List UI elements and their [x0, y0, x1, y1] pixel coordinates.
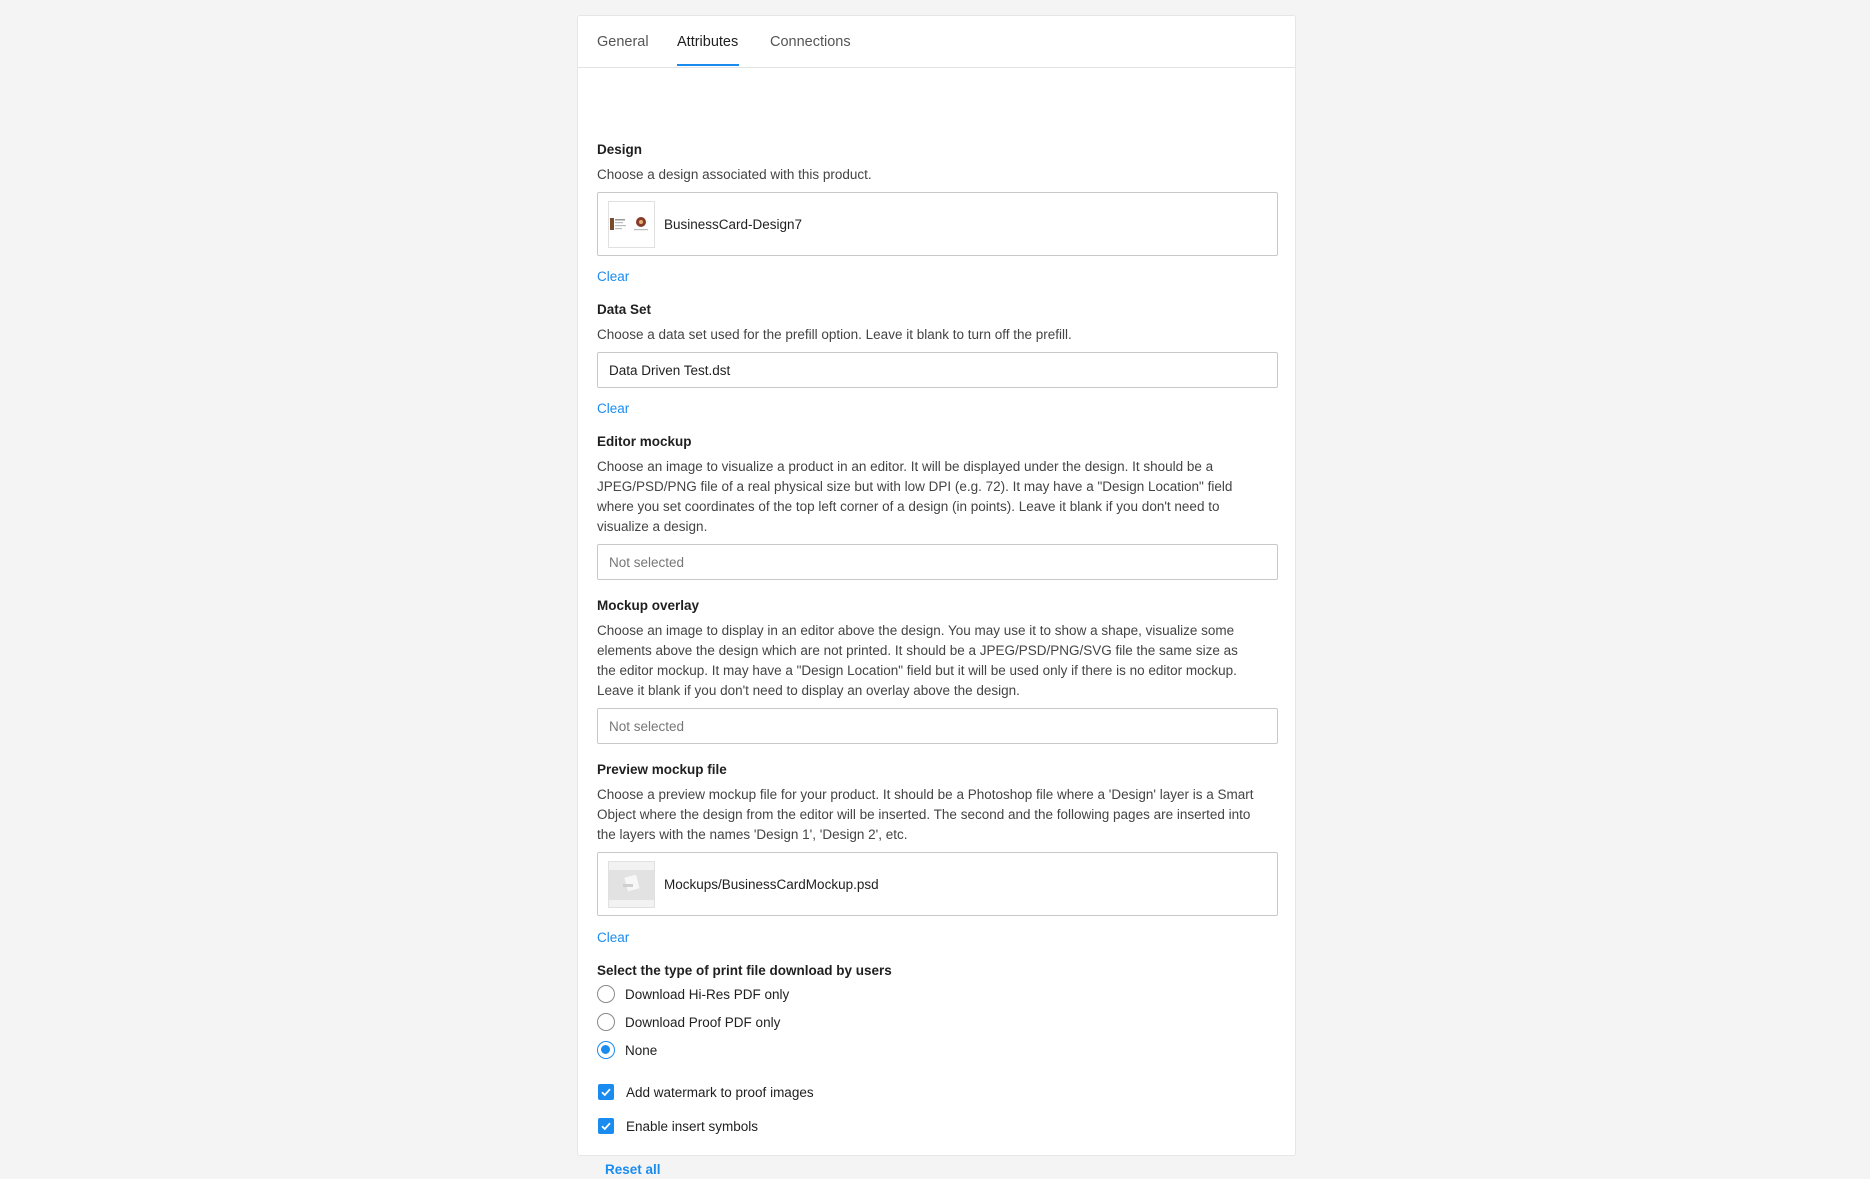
dataset-clear-link[interactable]: Clear [597, 401, 629, 416]
mockup-overlay-description-line: the editor mockup. It may have a "Design… [597, 663, 1237, 678]
design-description: Choose a design associated with this pro… [597, 167, 872, 182]
preview-mockup-title: Preview mockup file [597, 762, 727, 777]
preview-mockup-clear-link[interactable]: Clear [597, 930, 629, 945]
design-selector[interactable]: BusinessCard-Design7 [597, 192, 1278, 256]
editor-mockup-description-line: where you set coordinates of the top lef… [597, 499, 1220, 514]
design-title: Design [597, 142, 643, 157]
checkbox-insert-symbols[interactable]: Enable insert symbols [597, 1118, 758, 1134]
checkbox-insert-symbols-box[interactable] [598, 1118, 614, 1134]
editor-mockup-description-line: JPEG/PSD/PNG file of a real physical siz… [597, 479, 1233, 494]
mockup-overlay-placeholder: Not selected [609, 718, 685, 734]
radio-none-circle[interactable] [597, 1041, 615, 1059]
tab-general[interactable]: General [597, 34, 649, 50]
radio-hires-pdf[interactable]: Download Hi-Res PDF only [597, 985, 789, 1003]
editor-mockup-field[interactable]: Not selected [597, 544, 1278, 580]
radio-proof-pdf-label: Download Proof PDF only [625, 1014, 781, 1030]
mockup-overlay-description: Choose an image to display in an editor … [597, 621, 1279, 701]
tab-bar: General Attributes Connections [578, 16, 1295, 68]
mockup-thumbnail-icon [608, 860, 655, 908]
editor-mockup-description: Choose an image to visualize a product i… [597, 457, 1279, 537]
checkbox-watermark[interactable]: Add watermark to proof images [597, 1084, 814, 1100]
dataset-title: Data Set [597, 302, 652, 317]
checkbox-insert-symbols-label: Enable insert symbols [626, 1118, 759, 1134]
attributes-card: General Attributes Connections Design Ch… [577, 15, 1296, 1177]
radio-hires-pdf-circle[interactable] [597, 985, 615, 1003]
check-icon [601, 1088, 611, 1097]
checkbox-watermark-box[interactable] [598, 1084, 614, 1100]
tab-connections[interactable]: Connections [770, 34, 851, 50]
editor-mockup-description-line: Choose an image to visualize a product i… [597, 459, 1214, 474]
check-icon [601, 1122, 611, 1131]
radio-none-label: None [625, 1042, 658, 1058]
editor-mockup-title: Editor mockup [597, 434, 692, 449]
preview-mockup-value: Mockups/BusinessCardMockup.psd [664, 876, 879, 892]
radio-none[interactable]: None [597, 1041, 657, 1059]
mockup-overlay-title: Mockup overlay [597, 598, 700, 613]
design-value: BusinessCard-Design7 [664, 216, 803, 232]
preview-mockup-description-line: Choose a preview mockup file for your pr… [597, 787, 1254, 802]
design-clear-link[interactable]: Clear [597, 269, 629, 284]
mockup-overlay-description-line: Choose an image to display in an editor … [597, 623, 1235, 638]
print-download-title: Select the type of print file download b… [597, 963, 892, 978]
mockup-overlay-description-line: elements above the design which are not … [597, 643, 1238, 658]
radio-proof-pdf[interactable]: Download Proof PDF only [597, 1013, 780, 1031]
dataset-description: Choose a data set used for the prefill o… [597, 327, 1072, 342]
active-tab-indicator [677, 64, 739, 66]
business-card-thumbnail-icon [608, 200, 655, 248]
preview-mockup-description: Choose a preview mockup file for your pr… [597, 785, 1279, 845]
checkbox-watermark-label: Add watermark to proof images [626, 1084, 814, 1100]
preview-mockup-description-line: Object where the design from the editor … [597, 807, 1251, 822]
mockup-overlay-description-line: Leave it blank if you don't need to disp… [597, 683, 1020, 698]
tab-attributes[interactable]: Attributes [677, 34, 738, 50]
radio-proof-pdf-circle[interactable] [597, 1013, 615, 1031]
mockup-overlay-field[interactable]: Not selected [597, 708, 1278, 744]
dataset-field[interactable]: Data Driven Test.dst [597, 352, 1278, 388]
reset-all-button[interactable]: Reset all [605, 1162, 661, 1177]
editor-mockup-description-line: visualize a design. [597, 519, 708, 534]
preview-mockup-selector[interactable]: Mockups/BusinessCardMockup.psd [597, 852, 1278, 916]
dataset-value: Data Driven Test.dst [609, 362, 731, 378]
editor-mockup-placeholder: Not selected [609, 554, 685, 570]
preview-mockup-description-line: the layers with the names 'Design 1', 'D… [597, 827, 908, 842]
radio-hires-pdf-label: Download Hi-Res PDF only [625, 986, 790, 1002]
